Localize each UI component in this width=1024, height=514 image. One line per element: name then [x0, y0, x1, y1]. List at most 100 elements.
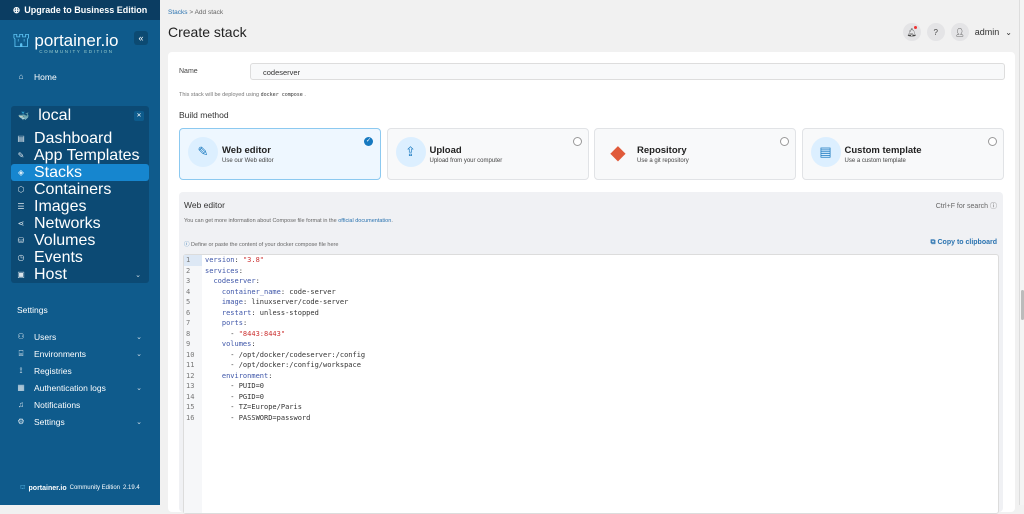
sidebar-item-environments[interactable]: ⌸ Environments ⌄ — [0, 345, 160, 362]
footer-logo: portainer.io — [28, 484, 67, 492]
sidebar-item-label: Notifications — [34, 399, 81, 410]
code-line: restart: unless-stopped — [221, 308, 319, 317]
chevron-down-icon[interactable]: ⌄ — [1005, 28, 1012, 37]
code-line: - /opt/docker:/config/workspace — [205, 361, 361, 369]
sidebar-item-label: Registries — [34, 365, 72, 376]
sidebar-item-host[interactable]: ▣ Host ⌄ — [11, 266, 149, 283]
sidebar-item-networks[interactable]: ⋖ Networks — [11, 215, 149, 232]
sidebar-item-authentication-logs[interactable]: ▦ Authentication logs ⌄ — [0, 379, 160, 396]
sidebar-item-registries[interactable]: ⟟ Registries — [0, 362, 160, 379]
sidebar-item-stacks[interactable]: ◈ Stacks — [11, 164, 149, 181]
chevron-down-icon: ⌄ — [136, 350, 142, 358]
build-method-upload[interactable]: ⇪ Upload Upload from your computer — [386, 128, 589, 180]
sidebar-item-label: Environments — [34, 348, 86, 359]
breadcrumb: Stacks > Add stack — [168, 9, 223, 16]
notifications-icon: ♫ — [18, 400, 24, 409]
sidebar-item-images[interactable]: ☰ Images — [11, 198, 149, 215]
chevron-down-icon: ⌄ — [136, 418, 142, 426]
code-line: codeserver: — [213, 277, 260, 285]
user-icon: 👤︎ — [954, 27, 965, 37]
sidebar-item-users[interactable]: ⚇ Users ⌄ — [0, 328, 160, 345]
radio-button[interactable] — [987, 137, 997, 146]
help-button[interactable]: ? — [926, 23, 945, 41]
copy-icon: ⧉ — [930, 239, 936, 246]
sidebar-item-label: Volumes — [34, 231, 96, 249]
chevron-down-icon: ⌄ — [135, 271, 141, 279]
code-line: services: — [205, 266, 243, 275]
sidebar-item-volumes[interactable]: ⛁ Volumes — [11, 232, 149, 249]
option-title: Repository — [637, 145, 687, 156]
code-line: - PASSWORD=password — [205, 413, 311, 422]
user-avatar[interactable]: 👤︎ — [950, 23, 969, 41]
git-icon: ◆ — [610, 141, 626, 164]
close-environment-button[interactable]: ✕ — [134, 111, 144, 121]
crane-icon: ⛫ — [20, 485, 26, 491]
sidebar-item-label: Users — [34, 331, 57, 342]
code-line: volumes: — [221, 340, 256, 348]
radio-button[interactable] — [572, 137, 582, 146]
notifications-button[interactable]: 🔔︎ — [902, 23, 921, 41]
line-number: 12 — [186, 371, 195, 380]
sidebar-item-settings[interactable]: ⚙ Settings ⌄ — [0, 413, 160, 430]
sidebar-item-notifications[interactable]: ♫ Notifications — [0, 396, 160, 413]
option-description: Use a custom template — [844, 158, 906, 164]
sidebar-item-label: Home — [34, 71, 57, 82]
collapse-sidebar-button[interactable]: « — [134, 31, 148, 45]
help-icon: ⓘ — [990, 203, 997, 210]
option-title: Upload — [429, 145, 462, 156]
breadcrumb-stacks-link[interactable]: Stacks — [168, 9, 188, 16]
environments-icon: ⌸ — [18, 348, 24, 358]
check-icon[interactable]: ✓ — [364, 137, 373, 146]
build-method-web-editor[interactable]: ✎ Web editor Use our Web editor ✓ — [179, 128, 381, 180]
copy-to-clipboard-button[interactable]: ⧉ Copy to clipboard — [931, 239, 997, 247]
line-number: 7 — [186, 319, 191, 327]
sidebar-item-containers[interactable]: ⬡ Containers — [11, 181, 149, 198]
official-documentation-link[interactable]: official documentation — [338, 218, 391, 224]
build-method-repository[interactable]: ◆ Repository Use a git repository — [594, 128, 796, 180]
dashboard-icon: ▤ — [17, 134, 25, 143]
sidebar-item-label: Dashboard — [34, 129, 113, 147]
user-menu[interactable]: admin — [975, 27, 1000, 37]
file-icon: ▤ — [810, 137, 841, 167]
sidebar-item-label: Networks — [34, 214, 101, 232]
name-input[interactable]: codeserver — [250, 63, 1005, 80]
footer-edition: Community Edition — [69, 485, 120, 491]
authentication-logs-icon: ▦ — [17, 383, 25, 392]
code-line: - PGID=0 — [205, 392, 265, 401]
footer-version: 2.19.4 — [123, 485, 140, 491]
code-editor[interactable]: 1 2 3 4 5 6 7 8 9 10 11 12 13 14 15 16 version: "3.8" se… — [183, 254, 999, 514]
host-icon: ▣ — [17, 270, 25, 279]
settings-section-title: Settings — [17, 305, 48, 315]
option-title: Custom template — [844, 145, 922, 156]
line-number: 5 — [186, 298, 191, 306]
environment-header[interactable]: 🐳 local ✕ — [11, 106, 149, 126]
radio-button[interactable] — [780, 137, 789, 146]
portainer-logo[interactable]: ⛫ portainer.io COMMUNITY EDITION — [12, 30, 119, 55]
sidebar-item-events[interactable]: ◷ Events — [11, 249, 149, 266]
define-hint: ⓘ Define or paste the content of your do… — [184, 242, 339, 248]
line-number: 14 — [186, 392, 195, 401]
images-icon: ☰ — [17, 202, 25, 211]
option-description: Upload from your computer — [429, 158, 503, 164]
help-icon: ? — [933, 27, 938, 37]
create-stack-form: Name codeserver This stack will be deplo… — [168, 52, 1015, 514]
page-scrollbar[interactable] — [1019, 0, 1024, 505]
info-icon: ⓘ — [184, 242, 190, 248]
upgrade-banner[interactable]: ⊕ Upgrade to Business Edition — [0, 0, 160, 20]
option-description: Use a git repository — [637, 158, 689, 164]
code-line: ports: — [221, 319, 248, 327]
sidebar-item-dashboard[interactable]: ▤ Dashboard — [11, 130, 149, 147]
build-method-custom-template[interactable]: ▤ Custom template Use a custom template — [801, 128, 1004, 180]
page-title: Create stack — [168, 24, 247, 40]
code-line: - PUID=0 — [205, 382, 265, 390]
stacks-icon: ◈ — [17, 168, 25, 177]
sidebar-item-label: App Templates — [34, 146, 140, 164]
line-number: 2 — [186, 266, 191, 275]
sidebar: ⊕ Upgrade to Business Edition ⛫ portainer… — [0, 0, 160, 505]
sidebar-item-app-templates[interactable]: ✎ App Templates ⌄ — [11, 147, 149, 164]
upgrade-label: Upgrade to Business Edition — [24, 5, 148, 15]
web-editor-section: Web editor Ctrl+F for search ⓘ You can g… — [179, 192, 1003, 514]
sidebar-item-home[interactable]: ⌂ Home — [0, 68, 160, 85]
code-line: - /opt/docker/codeserver:/config — [205, 350, 366, 359]
code-line: container_name: code-server — [221, 287, 336, 296]
